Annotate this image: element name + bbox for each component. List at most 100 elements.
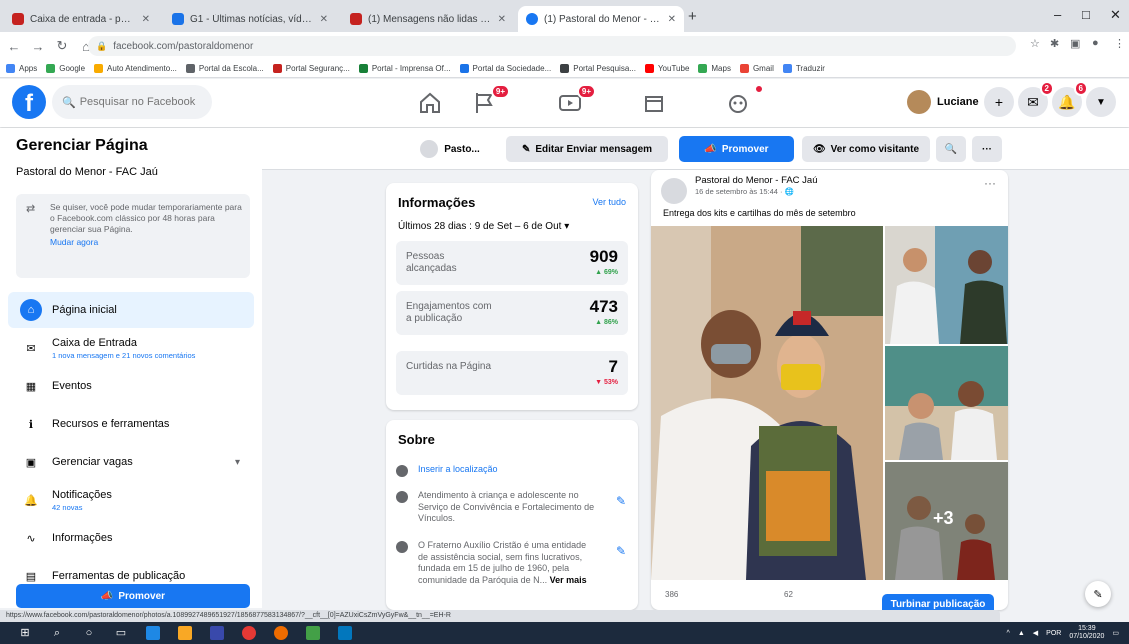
page-switcher-button[interactable]: Pasto... <box>398 136 502 162</box>
extension-icon[interactable]: ✱ <box>1050 37 1059 50</box>
address-bar[interactable]: 🔒 facebook.com/pastoraldomenor <box>88 36 1016 56</box>
view-as-visitor-button[interactable]: 👁 Ver como visitante <box>802 136 930 162</box>
firefox-icon[interactable] <box>274 626 288 640</box>
clock[interactable]: 15:39 07/10/2020 <box>1069 625 1104 641</box>
search-icon[interactable]: ⌕ <box>50 626 64 640</box>
browser-menu-icon[interactable]: ⋮ <box>1114 37 1125 50</box>
insert-location-link[interactable]: Inserir a localização <box>418 464 598 477</box>
volume-icon[interactable]: ◀ <box>1033 629 1038 637</box>
bookmark-apps[interactable]: Apps <box>6 64 37 73</box>
store-icon[interactable] <box>210 626 224 640</box>
language-icon[interactable]: POR <box>1046 630 1061 637</box>
sidebar-item-events[interactable]: ▦ Eventos <box>8 368 254 404</box>
close-tab-icon[interactable]: ✕ <box>320 14 328 25</box>
metric-card[interactable]: Curtidas na Página 7 ▼ 53% <box>396 351 628 395</box>
facebook-logo-icon[interactable]: f <box>12 85 46 119</box>
new-message-fab[interactable]: ✎ <box>1085 581 1111 607</box>
close-tab-icon[interactable]: ✕ <box>142 14 150 25</box>
cortana-icon[interactable]: ○ <box>82 626 96 640</box>
file-explorer-icon[interactable] <box>178 626 192 640</box>
outlook-icon[interactable] <box>338 626 352 640</box>
close-tab-icon[interactable]: ✕ <box>668 14 676 25</box>
post-timestamp[interactable]: 16 de setembro às 15:44 · 🌐 <box>695 187 794 196</box>
sidebar-item-resources[interactable]: ℹ Recursos e ferramentas <box>8 406 254 442</box>
nav-pages-icon[interactable]: 9+ <box>470 84 510 117</box>
tray-up-icon[interactable]: ^ <box>1007 630 1010 637</box>
profile-icon[interactable]: ● <box>1092 37 1099 49</box>
bookmark-item[interactable]: Google <box>46 64 85 73</box>
bookmark-item[interactable]: Portal Pesquisa... <box>560 64 636 73</box>
bookmark-item[interactable]: Traduzir <box>782 64 825 73</box>
post-photo-3[interactable] <box>885 346 1008 460</box>
facebook-search[interactable]: 🔍 <box>52 85 212 119</box>
nav-watch-icon[interactable]: 9+ <box>556 84 596 117</box>
extension-icon[interactable]: ▣ <box>1070 37 1080 50</box>
chevron-down-icon[interactable]: ▾ <box>235 457 240 468</box>
promote-button[interactable]: 📣 Promover <box>679 136 794 162</box>
post-author[interactable]: Pastoral do Menor - FAC Jaú <box>695 175 818 186</box>
sidebar-promote-button[interactable]: 📣 Promover <box>16 584 250 608</box>
edit-pencil-icon[interactable]: ✎ <box>616 494 626 508</box>
bookmark-item[interactable]: Auto Atendimento... <box>94 64 177 73</box>
post-photo-4[interactable]: +3 <box>885 462 1008 580</box>
bookmark-item[interactable]: Portal Seguranç... <box>272 64 350 73</box>
bookmark-item[interactable]: Portal - Imprensa Of... <box>358 64 451 73</box>
reload-icon[interactable]: ↻ <box>52 38 72 54</box>
browser-tab[interactable]: (1) Mensagens não lidas - Facebo... ✕ <box>342 6 514 32</box>
bookmark-item[interactable]: Maps <box>698 64 731 73</box>
minimize-button[interactable]: – <box>1054 7 1061 22</box>
sidebar-item-insights[interactable]: ∿ Informações <box>8 520 254 556</box>
edit-send-message-button[interactable]: ✎ Editar Enviar mensagem <box>506 136 668 162</box>
messenger-button[interactable]: ✉ 2 <box>1018 81 1054 117</box>
bookmark-item[interactable]: Gmail <box>739 64 774 73</box>
switch-now-link[interactable]: Mudar agora <box>50 237 242 248</box>
account-menu-button[interactable]: ▼ <box>1086 87 1116 117</box>
maximize-button[interactable]: □ <box>1082 7 1090 22</box>
period-selector[interactable]: Últimos 28 dias : 9 de Set – 6 de Out ▾ <box>398 221 569 232</box>
photos-icon[interactable] <box>306 626 320 640</box>
new-tab-button[interactable]: + <box>688 8 697 25</box>
post-photo-2[interactable] <box>885 226 1008 344</box>
more-options-button[interactable]: ··· <box>972 136 1002 162</box>
post-photo-main[interactable] <box>651 226 883 580</box>
close-tab-icon[interactable]: ✕ <box>498 14 506 25</box>
notification-center-icon[interactable]: ▭ <box>1112 629 1119 637</box>
sidebar-item-jobs[interactable]: ▣ Gerenciar vagas ▾ <box>8 444 254 480</box>
star-icon[interactable]: ☆ <box>1030 37 1040 50</box>
metric-card[interactable]: Pessoas alcançadas 909 ▲ 69% <box>396 241 628 285</box>
forward-arrow-icon[interactable]: → <box>28 39 48 54</box>
sidebar-item-inbox[interactable]: ✉ Caixa de Entrada 1 nova mensagem e 21 … <box>8 330 254 366</box>
browser-tab[interactable]: Caixa de entrada - pastoraldom... ✕ <box>4 6 158 32</box>
page-search-button[interactable]: 🔍 <box>936 136 966 162</box>
bookmark-item[interactable]: YouTube <box>644 64 689 73</box>
profile-chip[interactable]: Luciane <box>904 87 987 117</box>
bookmark-item[interactable]: Portal da Escola... <box>185 64 264 73</box>
bookmark-item[interactable]: Portal da Sociedade... <box>459 64 551 73</box>
bookmark-label: Portal Seguranç... <box>285 64 350 73</box>
network-icon[interactable]: ▲ <box>1018 630 1025 637</box>
sidebar-item-notifications[interactable]: 🔔 Notificações 42 novas <box>8 482 254 518</box>
post-more-icon[interactable]: ··· <box>984 176 996 190</box>
see-all-link[interactable]: Ver tudo <box>592 197 626 207</box>
sidebar-item-home[interactable]: ⌂ Página inicial <box>8 292 254 328</box>
avatar[interactable] <box>661 178 687 204</box>
nav-marketplace-icon[interactable] <box>640 89 668 117</box>
browser-tab[interactable]: G1 - Últimas notícias, vídeos e fo... ✕ <box>164 6 336 32</box>
edit-pencil-icon[interactable]: ✎ <box>616 544 626 558</box>
edge-icon[interactable] <box>146 626 160 640</box>
create-button[interactable]: + <box>984 87 1014 117</box>
windows-start-icon[interactable]: ⊞ <box>18 626 32 640</box>
back-arrow-icon[interactable]: ← <box>4 39 24 54</box>
sidebar-page-name[interactable]: Pastoral do Menor - FAC Jaú <box>16 166 158 178</box>
browser-tab-active[interactable]: (1) Pastoral do Menor - FAC Jaú ✕ <box>518 6 684 32</box>
task-view-icon[interactable]: ▭ <box>114 626 128 640</box>
nav-home-icon[interactable] <box>416 89 444 117</box>
chrome-icon[interactable] <box>242 626 256 640</box>
search-input[interactable] <box>79 96 200 108</box>
metric-card[interactable]: Engajamentos com a publicação 473 ▲ 86% <box>396 291 628 335</box>
close-window-button[interactable]: ✕ <box>1110 7 1121 23</box>
nav-gaming-icon[interactable] <box>724 84 764 117</box>
see-more-link[interactable]: Ver mais <box>550 575 587 585</box>
location-row[interactable]: Inserir a localização <box>396 464 626 477</box>
notifications-button[interactable]: 🔔 6 <box>1052 81 1088 117</box>
